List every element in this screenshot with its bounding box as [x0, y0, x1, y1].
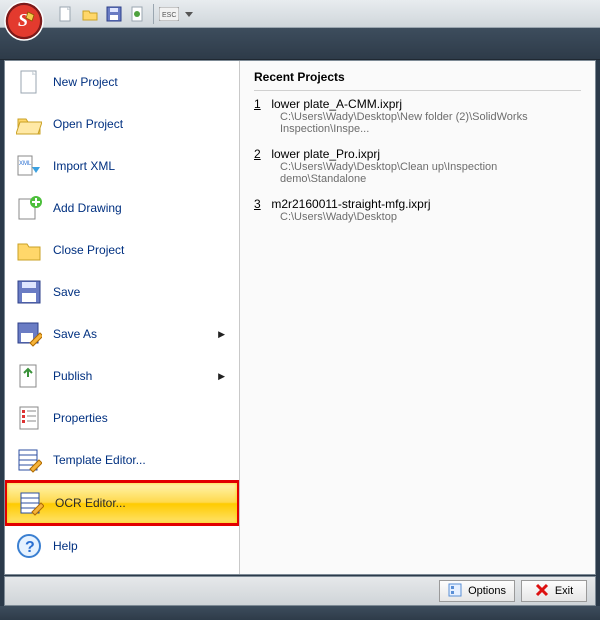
svg-text:S: S: [18, 10, 28, 30]
menu-add-drawing[interactable]: Add Drawing: [5, 187, 239, 229]
exit-label: Exit: [555, 585, 573, 597]
save-icon: [15, 278, 43, 306]
menu-template-editor[interactable]: Template Editor...: [5, 439, 239, 481]
menu-open-project[interactable]: Open Project: [5, 103, 239, 145]
import-xml-icon: XML: [15, 152, 43, 180]
application-menu-footer: Options Exit: [4, 576, 596, 606]
recent-item-number: 1: [254, 97, 268, 111]
app-menu-button[interactable]: S: [2, 0, 47, 42]
menu-close-project[interactable]: Close Project: [5, 229, 239, 271]
menu-item-label: Save As: [53, 327, 208, 341]
qat-customize-dropdown[interactable]: [182, 3, 196, 25]
menu-item-label: Publish: [53, 369, 208, 383]
properties-icon: [15, 404, 43, 432]
recent-project-item[interactable]: 2 lower plate_Pro.ixprj C:\Users\Wady\De…: [254, 147, 581, 185]
publish-icon: [15, 362, 43, 390]
save-as-icon: [15, 320, 43, 348]
menu-import-xml[interactable]: XML Import XML: [5, 145, 239, 187]
recent-item-name: m2r2160011-straight-mfg.ixprj: [271, 197, 430, 211]
qat-open-button[interactable]: [79, 3, 101, 25]
open-folder-icon: [15, 110, 43, 138]
recent-item-path: C:\Users\Wady\Desktop\Clean up\Inspectio…: [280, 161, 581, 185]
menu-column: New Project Open Project XML Import XML …: [5, 61, 240, 574]
menu-item-label: Properties: [53, 411, 229, 425]
recent-item-path: C:\Users\Wady\Desktop: [280, 211, 581, 223]
menu-item-label: Import XML: [53, 159, 229, 173]
qat-new-button[interactable]: [55, 3, 77, 25]
menu-save-as[interactable]: Save As ▶: [5, 313, 239, 355]
submenu-arrow-icon: ▶: [218, 371, 225, 382]
menu-item-label: Save: [53, 285, 229, 299]
menu-publish[interactable]: Publish ▶: [5, 355, 239, 397]
ribbon-tab-bar: [0, 28, 600, 60]
exit-button[interactable]: Exit: [521, 580, 587, 602]
menu-item-label: Template Editor...: [53, 453, 229, 467]
template-editor-icon: [15, 446, 43, 474]
add-drawing-icon: [15, 194, 43, 222]
quick-access-toolbar: S ESC: [0, 0, 600, 28]
window-bottom-border: [0, 606, 600, 620]
close-folder-icon: [15, 236, 43, 264]
application-menu-panel: New Project Open Project XML Import XML …: [4, 60, 596, 575]
recent-item-name: lower plate_Pro.ixprj: [271, 147, 380, 161]
qat-esc-button[interactable]: ESC: [158, 3, 180, 25]
options-icon: [448, 583, 462, 600]
qat-publish-button[interactable]: [127, 3, 149, 25]
svg-text:XML: XML: [19, 161, 32, 167]
svg-text:?: ?: [25, 539, 35, 556]
recent-item-number: 3: [254, 197, 268, 211]
menu-item-label: New Project: [53, 75, 229, 89]
submenu-arrow-icon: ▶: [218, 329, 225, 340]
menu-item-label: OCR Editor...: [55, 496, 227, 510]
new-project-icon: [15, 68, 43, 96]
options-label: Options: [468, 585, 506, 597]
recent-projects-panel: Recent Projects 1 lower plate_A-CMM.ixpr…: [240, 61, 595, 574]
ocr-editor-icon: [17, 489, 45, 517]
menu-properties[interactable]: Properties: [5, 397, 239, 439]
recent-projects-heading: Recent Projects: [254, 67, 581, 91]
menu-item-label: Open Project: [53, 117, 229, 131]
svg-text:ESC: ESC: [162, 12, 176, 19]
menu-help[interactable]: ? Help: [5, 525, 239, 567]
options-button[interactable]: Options: [439, 580, 515, 602]
qat-save-button[interactable]: [103, 3, 125, 25]
menu-ocr-editor[interactable]: OCR Editor...: [5, 480, 240, 526]
recent-item-path: C:\Users\Wady\Desktop\New folder (2)\Sol…: [280, 111, 581, 135]
recent-item-name: lower plate_A-CMM.ixprj: [271, 97, 402, 111]
qat-separator: [153, 4, 154, 24]
close-icon: [535, 583, 549, 600]
menu-save[interactable]: Save: [5, 271, 239, 313]
menu-new-project[interactable]: New Project: [5, 61, 239, 103]
recent-project-item[interactable]: 3 m2r2160011-straight-mfg.ixprj C:\Users…: [254, 197, 581, 223]
menu-item-label: Help: [53, 539, 229, 553]
recent-project-item[interactable]: 1 lower plate_A-CMM.ixprj C:\Users\Wady\…: [254, 97, 581, 135]
help-icon: ?: [15, 532, 43, 560]
recent-item-number: 2: [254, 147, 268, 161]
menu-item-label: Add Drawing: [53, 201, 229, 215]
menu-item-label: Close Project: [53, 243, 229, 257]
